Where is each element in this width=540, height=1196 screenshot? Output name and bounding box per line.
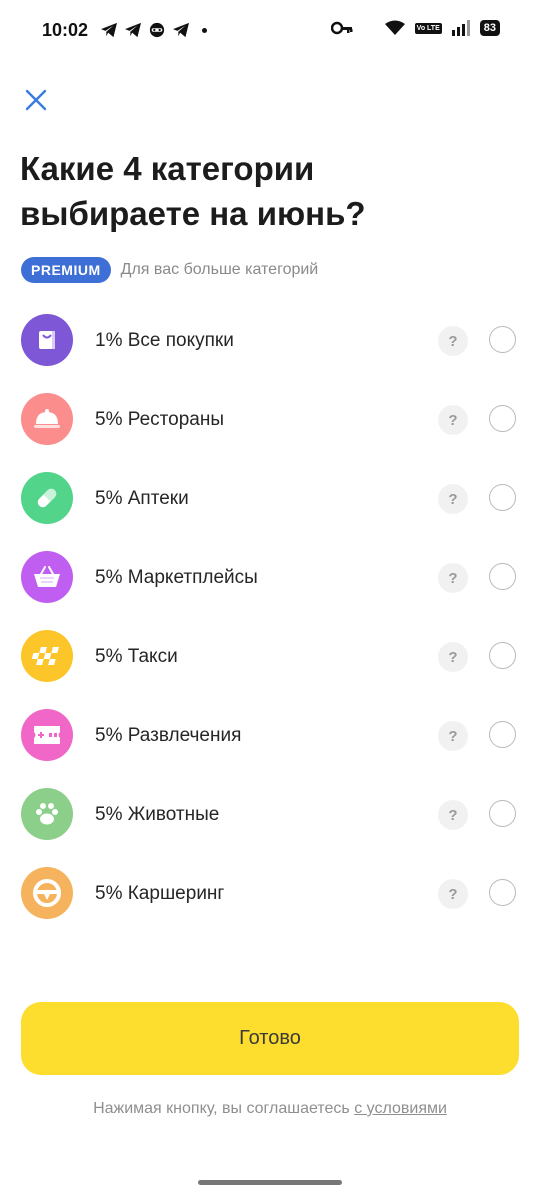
help-button[interactable]: ? — [438, 326, 468, 356]
category-radio[interactable] — [489, 484, 516, 511]
status-bar: 10:02 Vo LTE 83 — [0, 0, 540, 62]
category-label: 5% Развлечения — [95, 725, 242, 746]
category-label: 5% Аптеки — [95, 488, 189, 509]
steering-wheel-icon — [21, 867, 73, 919]
help-button[interactable]: ? — [438, 879, 468, 909]
signal-icon — [451, 20, 470, 36]
category-label: 5% Каршеринг — [95, 883, 225, 904]
category-row[interactable]: 5% Маркетплейсы ? — [0, 537, 540, 616]
category-radio[interactable] — [489, 642, 516, 669]
category-row[interactable]: 5% Каршеринг ? — [0, 853, 540, 932]
category-row[interactable]: 5% Такси ? — [0, 616, 540, 695]
premium-row[interactable]: PREMIUM Для вас больше категорий — [21, 257, 318, 283]
help-button[interactable]: ? — [438, 800, 468, 830]
telegram-icon — [101, 22, 117, 38]
category-row[interactable]: 1% Все покупки ? — [0, 300, 540, 379]
help-button[interactable]: ? — [438, 405, 468, 435]
category-label: 5% Рестораны — [95, 409, 224, 430]
battery-icon: 83 — [479, 20, 500, 36]
volte-icon: Vo LTE — [414, 22, 442, 34]
system-icons: Vo LTE 83 — [330, 20, 500, 36]
terms-text: Нажимая кнопку, вы соглашаетесь с услови… — [0, 1100, 540, 1118]
category-label: 1% Все покупки — [95, 330, 234, 351]
mask-icon — [149, 22, 165, 38]
category-radio[interactable] — [489, 326, 516, 353]
category-row[interactable]: 5% Рестораны ? — [0, 379, 540, 458]
help-button[interactable]: ? — [438, 721, 468, 751]
category-label: 5% Животные — [95, 804, 220, 825]
dot-icon — [202, 27, 207, 33]
category-radio[interactable] — [489, 405, 516, 432]
help-button[interactable]: ? — [438, 484, 468, 514]
pill-icon — [21, 472, 73, 524]
category-list: 1% Все покупки ? 5% Рестораны ? 5% Аптек… — [0, 300, 540, 932]
page-title: Какие 4 категории выбираете на июнь? — [20, 150, 366, 232]
telegram-icon — [173, 22, 189, 38]
terms-prefix: Нажимая кнопку, вы соглашаетесь — [93, 1100, 355, 1117]
category-radio[interactable] — [489, 721, 516, 748]
category-label: 5% Маркетплейсы — [95, 567, 258, 588]
terms-link[interactable]: с условиями — [354, 1100, 447, 1117]
notification-icons — [100, 22, 207, 38]
paw-icon — [21, 788, 73, 840]
help-button[interactable]: ? — [438, 642, 468, 672]
close-button[interactable] — [22, 86, 50, 114]
telegram-icon — [125, 22, 141, 38]
shopping-bag-icon — [21, 314, 73, 366]
key-icon — [330, 21, 353, 35]
category-row[interactable]: 5% Животные ? — [0, 774, 540, 853]
help-button[interactable]: ? — [438, 563, 468, 593]
taxi-checker-icon — [21, 630, 73, 682]
wifi-icon — [384, 20, 405, 35]
category-row[interactable]: 5% Аптеки ? — [0, 458, 540, 537]
cloche-icon — [21, 393, 73, 445]
category-row[interactable]: 5% Развлечения ? — [0, 695, 540, 774]
premium-text: Для вас больше категорий — [120, 261, 319, 278]
done-button[interactable]: Готово — [21, 1002, 519, 1075]
basket-icon — [21, 551, 73, 603]
ticket-icon — [21, 709, 73, 761]
close-icon — [25, 89, 47, 111]
category-radio[interactable] — [489, 800, 516, 827]
category-label: 5% Такси — [95, 646, 178, 667]
status-time: 10:02 — [42, 20, 89, 40]
category-radio[interactable] — [489, 563, 516, 590]
category-radio[interactable] — [489, 879, 516, 906]
home-indicator[interactable] — [198, 1180, 342, 1185]
premium-badge[interactable]: PREMIUM — [21, 257, 111, 283]
